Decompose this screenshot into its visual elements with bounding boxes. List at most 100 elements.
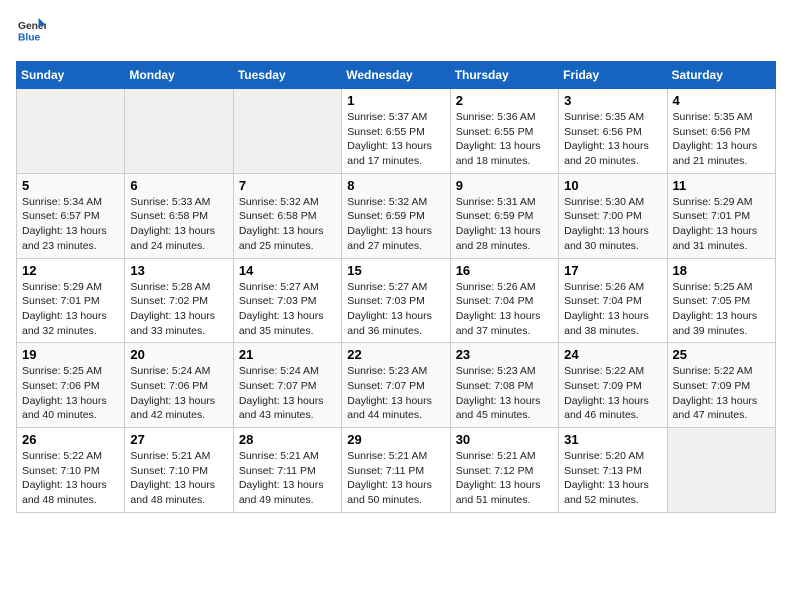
day-info: Sunrise: 5:21 AM Sunset: 7:11 PM Dayligh… (347, 449, 444, 508)
day-info: Sunrise: 5:21 AM Sunset: 7:11 PM Dayligh… (239, 449, 336, 508)
calendar-cell: 25 Sunrise: 5:22 AM Sunset: 7:09 PM Dayli… (667, 343, 775, 428)
day-number: 14 (239, 263, 336, 278)
day-info: Sunrise: 5:29 AM Sunset: 7:01 PM Dayligh… (673, 195, 770, 254)
day-info: Sunrise: 5:22 AM Sunset: 7:09 PM Dayligh… (564, 364, 661, 423)
day-info: Sunrise: 5:27 AM Sunset: 7:03 PM Dayligh… (347, 280, 444, 339)
day-info: Sunrise: 5:36 AM Sunset: 6:55 PM Dayligh… (456, 110, 553, 169)
day-info: Sunrise: 5:29 AM Sunset: 7:01 PM Dayligh… (22, 280, 119, 339)
day-number: 29 (347, 432, 444, 447)
day-info: Sunrise: 5:24 AM Sunset: 7:07 PM Dayligh… (239, 364, 336, 423)
day-number: 30 (456, 432, 553, 447)
calendar-cell: 8 Sunrise: 5:32 AM Sunset: 6:59 PM Daylig… (342, 173, 450, 258)
week-row-1: 1 Sunrise: 5:37 AM Sunset: 6:55 PM Daylig… (17, 89, 776, 174)
calendar-cell: 30Sunrise: 5:21 AM Sunset: 7:12 PM Dayli… (450, 428, 558, 513)
day-info: Sunrise: 5:25 AM Sunset: 7:06 PM Dayligh… (22, 364, 119, 423)
calendar-cell: 28 Sunrise: 5:21 AM Sunset: 7:11 PM Dayli… (233, 428, 341, 513)
calendar-cell: 31 Sunrise: 5:20 AM Sunset: 7:13 PM Dayli… (559, 428, 667, 513)
calendar-cell: 5 Sunrise: 5:34 AM Sunset: 6:57 PM Daylig… (17, 173, 125, 258)
day-info: Sunrise: 5:22 AM Sunset: 7:09 PM Dayligh… (673, 364, 770, 423)
header-saturday: Saturday (667, 62, 775, 89)
calendar-cell: 26 Sunrise: 5:22 AM Sunset: 7:10 PM Dayli… (17, 428, 125, 513)
header-friday: Friday (559, 62, 667, 89)
calendar-cell (17, 89, 125, 174)
week-row-5: 26 Sunrise: 5:22 AM Sunset: 7:10 PM Dayli… (17, 428, 776, 513)
day-number: 15 (347, 263, 444, 278)
calendar-table: SundayMondayTuesdayWednesdayThursdayFrid… (16, 61, 776, 513)
day-number: 28 (239, 432, 336, 447)
calendar-cell (667, 428, 775, 513)
calendar-cell: 3 Sunrise: 5:35 AM Sunset: 6:56 PM Daylig… (559, 89, 667, 174)
day-number: 24 (564, 347, 661, 362)
day-number: 23 (456, 347, 553, 362)
calendar-cell: 14 Sunrise: 5:27 AM Sunset: 7:03 PM Dayli… (233, 258, 341, 343)
day-info: Sunrise: 5:25 AM Sunset: 7:05 PM Dayligh… (673, 280, 770, 339)
calendar-cell: 1 Sunrise: 5:37 AM Sunset: 6:55 PM Daylig… (342, 89, 450, 174)
day-number: 31 (564, 432, 661, 447)
calendar-cell: 9Sunrise: 5:31 AM Sunset: 6:59 PM Daylig… (450, 173, 558, 258)
day-info: Sunrise: 5:24 AM Sunset: 7:06 PM Dayligh… (130, 364, 227, 423)
day-number: 26 (22, 432, 119, 447)
calendar-cell: 13 Sunrise: 5:28 AM Sunset: 7:02 PM Dayli… (125, 258, 233, 343)
header-sunday: Sunday (17, 62, 125, 89)
day-number: 4 (673, 93, 770, 108)
day-info: Sunrise: 5:26 AM Sunset: 7:04 PM Dayligh… (456, 280, 553, 339)
day-number: 13 (130, 263, 227, 278)
day-info: Sunrise: 5:34 AM Sunset: 6:57 PM Dayligh… (22, 195, 119, 254)
day-info: Sunrise: 5:26 AM Sunset: 7:04 PM Dayligh… (564, 280, 661, 339)
day-number: 18 (673, 263, 770, 278)
header-monday: Monday (125, 62, 233, 89)
calendar-cell: 21 Sunrise: 5:24 AM Sunset: 7:07 PM Dayli… (233, 343, 341, 428)
calendar-cell: 16 Sunrise: 5:26 AM Sunset: 7:04 PM Dayli… (450, 258, 558, 343)
week-row-2: 5 Sunrise: 5:34 AM Sunset: 6:57 PM Daylig… (17, 173, 776, 258)
calendar-cell: 22 Sunrise: 5:23 AM Sunset: 7:07 PM Dayli… (342, 343, 450, 428)
day-info: Sunrise: 5:21 AM Sunset: 7:10 PM Dayligh… (130, 449, 227, 508)
day-number: 21 (239, 347, 336, 362)
calendar-cell: 23Sunrise: 5:23 AM Sunset: 7:08 PM Dayli… (450, 343, 558, 428)
calendar-cell: 12 Sunrise: 5:29 AM Sunset: 7:01 PM Dayli… (17, 258, 125, 343)
day-number: 3 (564, 93, 661, 108)
day-number: 1 (347, 93, 444, 108)
day-number: 8 (347, 178, 444, 193)
calendar-cell: 10Sunrise: 5:30 AM Sunset: 7:00 PM Dayli… (559, 173, 667, 258)
week-row-4: 19 Sunrise: 5:25 AM Sunset: 7:06 PM Dayli… (17, 343, 776, 428)
day-number: 2 (456, 93, 553, 108)
day-info: Sunrise: 5:20 AM Sunset: 7:13 PM Dayligh… (564, 449, 661, 508)
day-info: Sunrise: 5:32 AM Sunset: 6:59 PM Dayligh… (347, 195, 444, 254)
logo-icon: General Blue (18, 16, 46, 44)
day-info: Sunrise: 5:35 AM Sunset: 6:56 PM Dayligh… (564, 110, 661, 169)
day-number: 16 (456, 263, 553, 278)
svg-text:Blue: Blue (18, 32, 41, 43)
calendar-cell: 2 Sunrise: 5:36 AM Sunset: 6:55 PM Daylig… (450, 89, 558, 174)
day-number: 6 (130, 178, 227, 193)
calendar-header-row: SundayMondayTuesdayWednesdayThursdayFrid… (17, 62, 776, 89)
calendar-cell: 29 Sunrise: 5:21 AM Sunset: 7:11 PM Dayli… (342, 428, 450, 513)
header-wednesday: Wednesday (342, 62, 450, 89)
day-info: Sunrise: 5:23 AM Sunset: 7:07 PM Dayligh… (347, 364, 444, 423)
day-number: 20 (130, 347, 227, 362)
calendar-cell: 4Sunrise: 5:35 AM Sunset: 6:56 PM Daylig… (667, 89, 775, 174)
day-info: Sunrise: 5:27 AM Sunset: 7:03 PM Dayligh… (239, 280, 336, 339)
day-number: 11 (673, 178, 770, 193)
day-number: 10 (564, 178, 661, 193)
day-info: Sunrise: 5:22 AM Sunset: 7:10 PM Dayligh… (22, 449, 119, 508)
day-number: 19 (22, 347, 119, 362)
day-info: Sunrise: 5:37 AM Sunset: 6:55 PM Dayligh… (347, 110, 444, 169)
header-thursday: Thursday (450, 62, 558, 89)
day-info: Sunrise: 5:31 AM Sunset: 6:59 PM Dayligh… (456, 195, 553, 254)
day-number: 27 (130, 432, 227, 447)
day-number: 5 (22, 178, 119, 193)
calendar-cell: 24 Sunrise: 5:22 AM Sunset: 7:09 PM Dayli… (559, 343, 667, 428)
page-header: General Blue (16, 16, 776, 49)
day-number: 22 (347, 347, 444, 362)
calendar-cell: 11 Sunrise: 5:29 AM Sunset: 7:01 PM Dayli… (667, 173, 775, 258)
day-info: Sunrise: 5:28 AM Sunset: 7:02 PM Dayligh… (130, 280, 227, 339)
calendar-cell: 20 Sunrise: 5:24 AM Sunset: 7:06 PM Dayli… (125, 343, 233, 428)
header-tuesday: Tuesday (233, 62, 341, 89)
day-number: 12 (22, 263, 119, 278)
day-info: Sunrise: 5:32 AM Sunset: 6:58 PM Dayligh… (239, 195, 336, 254)
day-number: 25 (673, 347, 770, 362)
calendar-cell (233, 89, 341, 174)
logo: General Blue (16, 16, 46, 49)
day-number: 7 (239, 178, 336, 193)
day-number: 17 (564, 263, 661, 278)
